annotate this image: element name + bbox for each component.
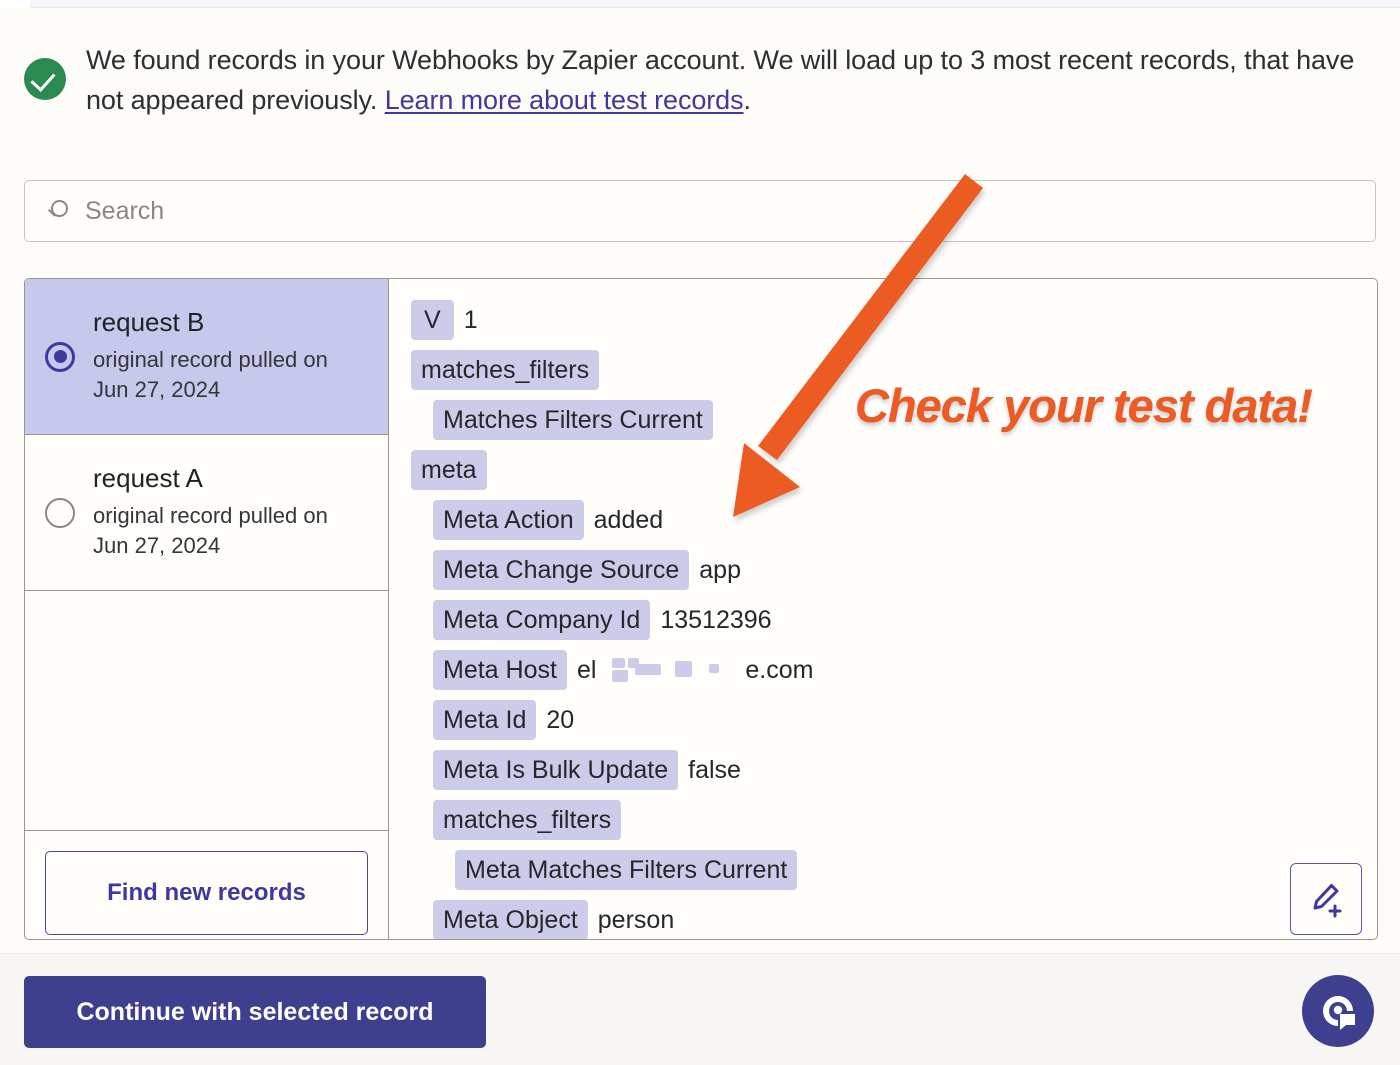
records-list-panel: request B original record pulled on Jun 2…	[24, 278, 388, 940]
records-list: request B original record pulled on Jun 2…	[25, 279, 388, 591]
field-value: person	[597, 905, 675, 934]
record-field-row[interactable]: Meta Action added	[411, 500, 1377, 540]
record-radio[interactable]	[45, 341, 75, 372]
record-field-row[interactable]: Meta Host el e.com	[411, 650, 1377, 690]
record-field-row[interactable]: Meta Object person	[411, 900, 1377, 939]
record-texts: request B original record pulled on Jun 2…	[93, 306, 343, 406]
search-input[interactable]: Search	[24, 180, 1376, 242]
record-label: request B	[93, 306, 205, 337]
search-icon	[45, 198, 71, 224]
field-key-chip: Meta Id	[433, 700, 537, 740]
field-value: app	[699, 555, 741, 584]
record-field-row[interactable]: Meta Is Bulk Update false	[411, 750, 1377, 790]
field-key-chip: Meta Is Bulk Update	[433, 750, 679, 790]
annotation-text: Check your test data!	[855, 379, 1313, 432]
field-key-chip: Meta Host	[433, 650, 567, 690]
record-radio[interactable]	[45, 497, 75, 528]
record-label: request A	[93, 462, 203, 493]
field-value: 13512396	[660, 605, 772, 634]
field-key-chip: Meta Company Id	[433, 600, 651, 640]
success-banner: We found records in your Webhooks by Zap…	[24, 36, 1376, 120]
edit-record-button[interactable]	[1290, 863, 1362, 935]
find-new-records-button[interactable]: Find new records	[45, 851, 368, 935]
field-value: false	[688, 755, 741, 784]
search-placeholder: Search	[85, 196, 165, 225]
footer-bar: Continue with selected record	[0, 953, 1400, 1065]
find-new-records-container: Find new records	[25, 831, 388, 935]
record-texts: request A original record pulled on Jun 2…	[93, 462, 343, 562]
record-field-row[interactable]: Meta Change Source app	[411, 550, 1377, 590]
record-sublabel: original record pulled on Jun 27, 2024	[93, 503, 328, 559]
record-field-row[interactable]: Meta Matches Filters Current	[411, 850, 1377, 890]
record-field-row[interactable]: V1	[411, 300, 1377, 340]
field-key-chip: Meta Matches Filters Current	[455, 850, 798, 890]
record-sublabel: original record pulled on Jun 27, 2024	[93, 347, 328, 403]
banner-message: We found records in your Webhooks by Zap…	[86, 36, 1376, 120]
field-key-chip: Meta Change Source	[433, 550, 690, 590]
record-field-row[interactable]: Meta Company Id 13512396	[411, 600, 1377, 640]
record-row[interactable]: request A original record pulled on Jun 2…	[25, 435, 388, 591]
redacted-value-blocks	[606, 658, 735, 682]
banner-text-after: .	[743, 85, 752, 115]
field-key-chip: Matches Filters Current	[433, 400, 713, 440]
support-chat-icon	[1323, 996, 1355, 1030]
window-top-strip	[0, 0, 1400, 8]
support-chat-button[interactable]	[1302, 975, 1374, 1047]
field-key-chip: V	[411, 300, 454, 340]
field-key-chip: Meta Action	[433, 500, 584, 540]
learn-more-link[interactable]: Learn more about test records	[385, 85, 744, 115]
record-field-row[interactable]: meta	[411, 450, 1377, 490]
field-value-suffix: e.com	[745, 655, 814, 684]
field-key-chip: meta	[411, 450, 487, 490]
field-value: added	[593, 505, 664, 534]
record-field-row[interactable]: matches_filters	[411, 800, 1377, 840]
record-field-row[interactable]: Meta Id 20	[411, 700, 1377, 740]
check-circle-icon	[24, 58, 66, 100]
window-top-nub	[0, 0, 30, 8]
field-value: 1	[463, 305, 478, 334]
field-value: 20	[546, 705, 575, 734]
records-list-empty-space	[25, 591, 388, 831]
continue-with-selected-record-button[interactable]: Continue with selected record	[24, 976, 486, 1048]
field-key-chip: Meta Object	[433, 900, 588, 939]
field-value: el	[576, 655, 597, 684]
record-row[interactable]: request B original record pulled on Jun 2…	[25, 279, 388, 435]
field-key-chip: matches_filters	[433, 800, 622, 840]
field-key-chip: matches_filters	[411, 350, 600, 390]
pencil-plus-icon	[1313, 884, 1342, 918]
